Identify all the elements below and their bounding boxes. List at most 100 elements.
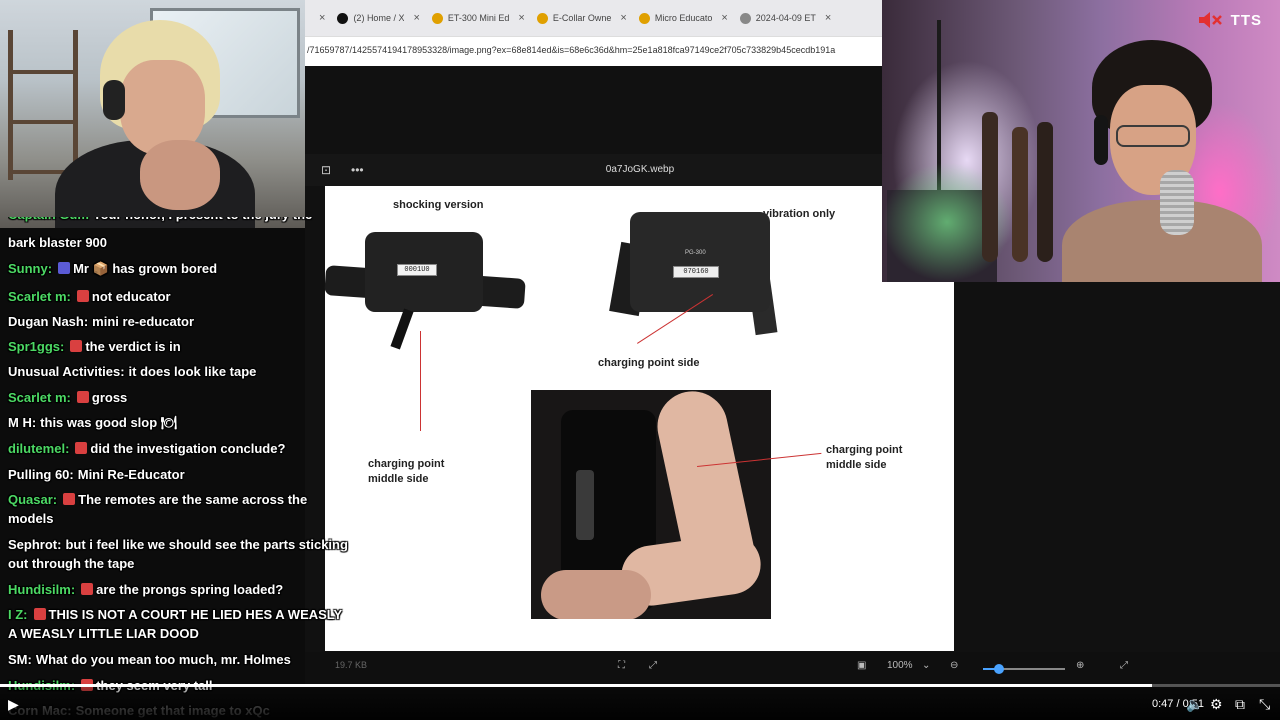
chat-username[interactable]: M H:	[8, 415, 36, 430]
zoom-out-icon[interactable]: ⊖	[950, 660, 958, 671]
chat-message: SM: What do you mean too much, mr. Holmes	[8, 650, 353, 669]
chat-username[interactable]: I Z:	[8, 607, 28, 622]
browser-tab[interactable]: 2024-04-09 ET ×	[734, 5, 837, 31]
tab-title: E-Collar Owne	[552, 13, 612, 23]
chat-username[interactable]: Scarlet m:	[8, 289, 71, 304]
chat-message: Sephrot: but i feel like we should see th…	[8, 535, 353, 573]
webcam-right	[882, 0, 1280, 282]
chat-username[interactable]: Hundisilm:	[8, 582, 75, 597]
chat-message: Quasar: The remotes are the same across t…	[8, 490, 353, 528]
chat-username[interactable]: Sunny:	[8, 261, 52, 276]
label-shocking: shocking version	[393, 199, 484, 211]
label-charging-side: charging point side	[598, 357, 700, 369]
fullscreen-exit-icon[interactable]: ⤡	[1259, 696, 1270, 713]
chat-badge-icon	[76, 290, 89, 302]
close-tab-icon[interactable]: ×	[825, 12, 831, 24]
chat-message: I Z: THIS IS NOT A COURT HE LIED HES A WE…	[8, 605, 353, 643]
play-icon[interactable]: ▶	[8, 696, 19, 713]
label-charging-middle-right: charging point middle side	[826, 444, 903, 471]
globe-icon	[739, 12, 751, 24]
chat-text: THIS IS NOT A COURT HE LIED HES A WEASLY…	[8, 607, 342, 641]
chat-text: gross	[91, 390, 128, 405]
chat-text: did the investigation conclude?	[90, 441, 286, 456]
collar-closeup-photo	[531, 390, 771, 619]
settings-icon[interactable]: ⚙	[1210, 696, 1223, 713]
file-name: 0a7JoGK.webp	[605, 164, 675, 175]
chat-username[interactable]: Scarlet m:	[8, 390, 71, 405]
viewer-bottom-bar: 19.7 KB ⛶ ⤢ ▣ 100% ⌄ ⊖ ⊕ ⤢	[305, 652, 1280, 686]
site-icon	[638, 12, 650, 24]
image-canvas: shocking version vibration only charging…	[324, 186, 954, 651]
chat-message: Scarlet m: not educator	[8, 287, 353, 306]
browser-window: × (2) Home / X × ET-300 Mini Ed × E-Collar Ow…	[305, 0, 882, 66]
chat-text: it does look like tape	[128, 364, 257, 379]
chat-username[interactable]: Spr1ggs:	[8, 339, 64, 354]
chat-message: Hundisilm: are the prongs spring loaded?	[8, 580, 353, 599]
chat-message: dilutemel: did the investigation conclude…	[8, 439, 353, 458]
browser-tab[interactable]: Micro Educato ×	[633, 5, 734, 31]
chat-message: Pulling 60: Mini Re-Educator	[8, 465, 353, 484]
chat-text: the verdict is in	[85, 339, 181, 354]
chat-badge-icon	[70, 340, 83, 352]
label-charging-middle-left: charging point middle side	[368, 458, 445, 485]
close-tab-icon[interactable]: ×	[319, 12, 325, 24]
chat-username[interactable]: Sephrot:	[8, 537, 61, 552]
close-tab-icon[interactable]: ×	[721, 12, 727, 24]
zoom-in-icon[interactable]: ⊕	[1076, 660, 1084, 671]
tab-title: (2) Home / X	[353, 13, 405, 23]
chat-username[interactable]: Captain Gum	[8, 217, 89, 222]
chat-message: M H: this was good slop 🍽	[8, 413, 353, 432]
fullscreen-icon[interactable]: ⤢	[1120, 660, 1128, 671]
progress-bar[interactable]	[0, 684, 1280, 687]
chat-message: Spr1ggs: the verdict is in	[8, 337, 353, 356]
chat-message: Unusual Activities: it does look like tap…	[8, 362, 353, 381]
chat-text: Mr 📦 has grown bored	[73, 261, 218, 276]
speaker-muted-icon	[1198, 12, 1222, 28]
chat-badge-icon	[33, 608, 46, 620]
fit-to-screen-icon[interactable]: ⛶	[618, 660, 625, 671]
chat-text: are the prongs spring loaded?	[96, 582, 284, 597]
zoom-level[interactable]: 100%	[887, 660, 913, 671]
browser-tab[interactable]: ×	[309, 5, 331, 31]
chat-username[interactable]: dilutemel:	[8, 441, 69, 456]
collar-vibration-image: 070160 PG-300	[609, 204, 785, 344]
chat-username[interactable]: SM:	[8, 652, 32, 667]
browser-tab[interactable]: (2) Home / X ×	[331, 5, 425, 31]
volume-icon[interactable]: 🔈	[1186, 696, 1203, 713]
chat-badge-icon	[75, 442, 88, 454]
close-tab-icon[interactable]: ×	[413, 12, 419, 24]
chat-username[interactable]: Dugan Nash:	[8, 314, 88, 329]
zoom-slider-handle[interactable]	[994, 664, 1005, 674]
close-tab-icon[interactable]: ×	[620, 12, 626, 24]
chat-badge-icon	[81, 583, 94, 595]
site-icon	[431, 12, 443, 24]
screenshot-icon[interactable]: ▣	[857, 660, 866, 671]
streamer-right	[1062, 40, 1262, 282]
browser-tab[interactable]: E-Collar Owne ×	[531, 5, 633, 31]
close-tab-icon[interactable]: ×	[518, 12, 524, 24]
chat-username[interactable]: Pulling 60:	[8, 467, 74, 482]
x-logo-icon	[337, 12, 349, 24]
actual-size-icon[interactable]: ⤢	[649, 660, 657, 671]
chat-message: Sunny: Mr 📦 has grown bored	[8, 259, 353, 278]
chat-text: not educator	[91, 289, 171, 304]
popout-icon[interactable]: ⧉	[1235, 696, 1245, 713]
tab-title: 2024-04-09 ET	[755, 13, 816, 23]
chat-badge-icon	[76, 391, 89, 403]
chat-username[interactable]: Unusual Activities:	[8, 364, 125, 379]
chat-text: Your honor, I present to the jury the	[92, 207, 313, 222]
chat-message: Dugan Nash: mini re-educator	[8, 312, 353, 331]
tab-title: ET-300 Mini Ed	[447, 13, 510, 23]
browser-tab[interactable]: ET-300 Mini Ed ×	[426, 5, 531, 31]
device-screen: 070160	[673, 266, 719, 278]
stream-frame: × (2) Home / X × ET-300 Mini Ed × E-Collar Ow…	[0, 0, 1280, 720]
chat-badge-icon	[63, 493, 76, 505]
chat-username[interactable]: Quasar:	[8, 492, 57, 507]
zoom-slider[interactable]	[983, 664, 1065, 674]
zoom-dropdown-icon[interactable]: ⌄	[922, 660, 930, 671]
chat-text: mini re-educator	[92, 314, 195, 329]
address-bar[interactable]: /71659787/1425574194178953328/image.png?…	[305, 36, 882, 66]
tab-title: Micro Educato	[654, 13, 713, 23]
chat-text: bark blaster 900	[8, 235, 108, 250]
chat-overlay: Captain Gum Your honor, I present to the …	[0, 210, 365, 720]
